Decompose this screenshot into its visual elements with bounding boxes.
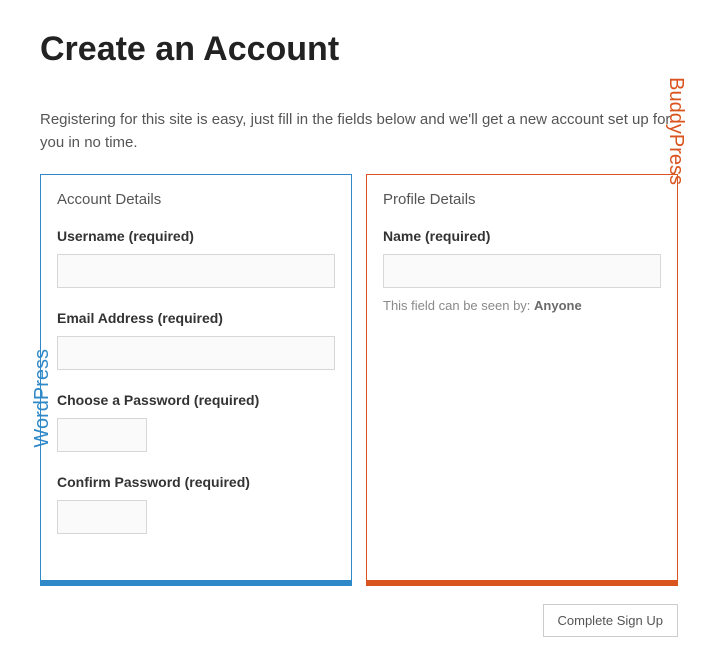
buddypress-brand-label: BuddyPress [664,77,687,185]
profile-details-panel: BuddyPress Profile Details Name (require… [366,174,678,586]
email-input[interactable] [57,336,335,370]
visibility-value: Anyone [534,298,582,313]
form-panels: WordPress Account Details Username (requ… [40,174,678,586]
account-details-heading: Account Details [57,191,335,208]
confirm-password-label: Confirm Password (required) [57,474,335,490]
complete-signup-button[interactable]: Complete Sign Up [543,604,679,637]
password-label: Choose a Password (required) [57,392,335,408]
account-details-panel: WordPress Account Details Username (requ… [40,174,352,586]
name-label: Name (required) [383,228,661,244]
profile-details-heading: Profile Details [383,191,661,208]
wordpress-brand-label: WordPress [31,349,54,448]
name-input[interactable] [383,254,661,288]
email-label: Email Address (required) [57,310,335,326]
visibility-prefix: This field can be seen by: [383,298,534,313]
intro-text: Registering for this site is easy, just … [40,109,678,154]
password-input[interactable] [57,418,147,452]
confirm-password-input[interactable] [57,500,147,534]
submit-row: Complete Sign Up [40,604,678,637]
username-input[interactable] [57,254,335,288]
page-title: Create an Account [40,30,678,69]
username-label: Username (required) [57,228,335,244]
visibility-hint: This field can be seen by: Anyone [383,298,661,313]
